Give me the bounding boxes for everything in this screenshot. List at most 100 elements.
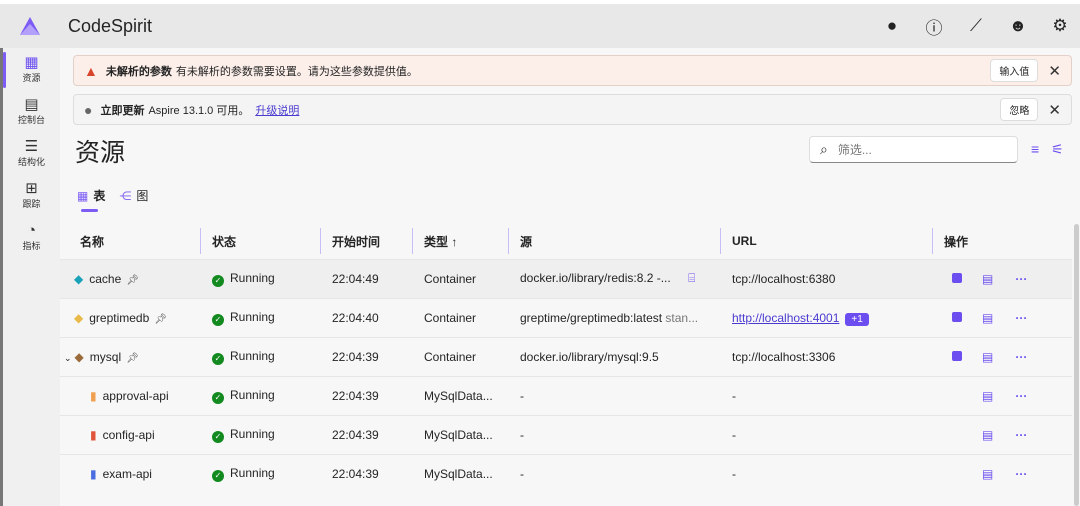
sidebar-item[interactable]: ⊞ 跟踪 [3,174,60,216]
resource-icon: ◆ [74,349,84,364]
settings-sliders-icon[interactable]: ⚟ [1051,141,1064,158]
copilot-icon[interactable]: ☻ [1006,14,1030,38]
warning-icon: ▲ [84,62,98,79]
share-graph-icon: ⋲ [119,188,132,203]
scrollbar[interactable] [1074,224,1079,506]
endpoint-url: - [732,466,736,481]
col-source[interactable]: 源 [508,224,720,259]
check-circle-icon: ✓ [212,430,224,443]
update-banner: ● 立即更新 Aspire 13.1.0 可用。 升级说明 忽略 ✕ [73,94,1072,125]
endpoint-url[interactable]: http://localhost:4001 [732,311,839,325]
more-options-icon[interactable]: ··· [1015,311,1027,325]
status-text: Running [230,426,275,441]
check-circle-icon: ✓ [212,469,224,482]
tab-label: 图 [136,189,149,203]
resource-name[interactable]: cache [89,272,121,286]
source-text: docker.io/library/mysql:9.5 [520,349,659,364]
resource-name[interactable]: greptimedb [89,311,149,325]
endpoint-url: - [732,427,736,442]
github-icon[interactable]: ● [880,14,904,38]
console-logs-icon[interactable]: ▤ [982,467,993,481]
resource-name[interactable]: exam-api [103,467,152,481]
table-row[interactable]: ◆ cache 📌︎ ✓ Running 22:04:49 Container doc… [60,258,1072,298]
col-start-time[interactable]: 开始时间 [320,224,412,259]
pin-icon[interactable]: 📌︎ [126,353,139,364]
check-circle-icon: ✓ [212,274,224,287]
sidebar-item-label: 资源 [22,72,41,83]
ignore-button[interactable]: 忽略 [1000,98,1039,121]
chat-icon[interactable]: ⌸ [688,271,695,285]
pin-icon[interactable]: 📌︎ [126,275,139,286]
nav-icon: ▤ [24,95,39,113]
more-options-icon[interactable]: ··· [1015,272,1027,286]
more-options-icon[interactable]: ··· [1015,428,1027,442]
table-row[interactable]: ▮ approval-api ✓ Running 22:04:39 MySqlDat… [60,375,1072,415]
sidebar-item-label: 跟踪 [22,198,41,209]
filter-input[interactable]: ⌕ 筛选... [809,136,1018,163]
chevron-down-icon[interactable]: ⌄ [64,353,72,363]
close-icon[interactable]: ✕ [1048,101,1061,119]
stop-icon[interactable] [952,311,962,322]
table-row[interactable]: ⌄ ◆ mysql 📌︎ ✓ Running 22:04:39 Container do… [60,336,1072,376]
status-text: Running [230,387,275,402]
sidebar-item[interactable]: ▤ 控制台 [3,90,60,132]
col-status[interactable]: 状态 [200,224,320,259]
col-actions[interactable]: 操作 [932,224,1072,259]
resource-name[interactable]: config-api [103,428,155,442]
banner-text: Aspire 13.1.0 可用。 [148,104,250,117]
resource-type: MySqlData... [412,375,508,415]
close-icon[interactable]: ✕ [1048,62,1061,80]
source-text: greptime/greptimedb:latest [520,310,663,325]
console-logs-icon[interactable]: ▤ [982,350,993,364]
grid-icon: ▦ [77,188,89,203]
resource-name[interactable]: mysql [90,350,121,364]
nav-icon: ☰ [24,137,39,155]
docs-icon[interactable]: ⟋ [964,14,988,38]
table-row[interactable]: ▮ config-api ✓ Running 22:04:39 MySqlData.… [60,414,1072,454]
start-time: 22:04:39 [320,414,412,454]
settings-gear-icon[interactable]: ⚙ [1048,14,1072,38]
sidebar-item[interactable]: ◔ 指标 [3,216,60,258]
resource-type: Container [412,336,508,376]
help-icon[interactable]: ⓘ [922,14,946,38]
more-options-icon[interactable]: ··· [1015,467,1027,481]
stop-icon[interactable] [952,350,962,361]
resource-icon: ▮ [90,427,97,442]
nav-icon: ⊞ [25,179,38,197]
check-circle-icon: ✓ [212,352,224,365]
table-row[interactable]: ◆ greptimedb 📌︎ ✓ Running 22:04:40 Containe… [60,297,1072,337]
resource-name[interactable]: approval-api [103,389,169,403]
filter-icon[interactable]: ≡ [1031,141,1039,158]
console-logs-icon[interactable]: ▤ [982,311,993,325]
banner-title: 未解析的参数 [105,65,172,78]
start-time: 22:04:39 [320,336,412,376]
tab-label: 表 [93,189,106,203]
sidebar-item-label: 结构化 [17,156,45,167]
app-title: CodeSpirit [68,15,153,36]
console-logs-icon[interactable]: ▤ [982,272,993,286]
col-type[interactable]: 类型 ↑ [412,224,508,259]
col-name[interactable]: 名称 [60,224,200,259]
resource-icon: ◆ [74,310,84,325]
more-options-icon[interactable]: ··· [1015,350,1027,364]
top-bar: CodeSpirit ● ⓘ ⟋ ☻ ⚙ [0,4,1080,48]
upgrade-notes-link[interactable]: 升级说明 [255,102,299,118]
stop-icon[interactable] [952,272,962,283]
sidebar-item[interactable]: ☰ 结构化 [3,132,60,174]
tab-table[interactable]: ▦ 表 [77,187,106,212]
console-logs-icon[interactable]: ▤ [982,428,993,442]
more-urls-badge[interactable]: +1 [845,312,869,326]
console-logs-icon[interactable]: ▤ [982,389,993,403]
start-time: 22:04:39 [320,453,412,493]
enter-value-button[interactable]: 输入值 [990,59,1039,82]
start-time: 22:04:49 [320,258,412,298]
resource-type: Container [412,297,508,337]
pin-icon[interactable]: 📌︎ [154,314,167,325]
more-options-icon[interactable]: ··· [1015,389,1027,403]
table-row[interactable]: ▮ exam-api ✓ Running 22:04:39 MySqlData...… [60,453,1072,493]
tab-graph[interactable]: ⋲ 图 [119,187,148,210]
aspire-logo-icon[interactable] [0,16,60,36]
check-circle-icon: ✓ [212,313,224,326]
sidebar-item[interactable]: ▦ 资源 [3,48,60,90]
col-url[interactable]: URL [720,224,932,259]
